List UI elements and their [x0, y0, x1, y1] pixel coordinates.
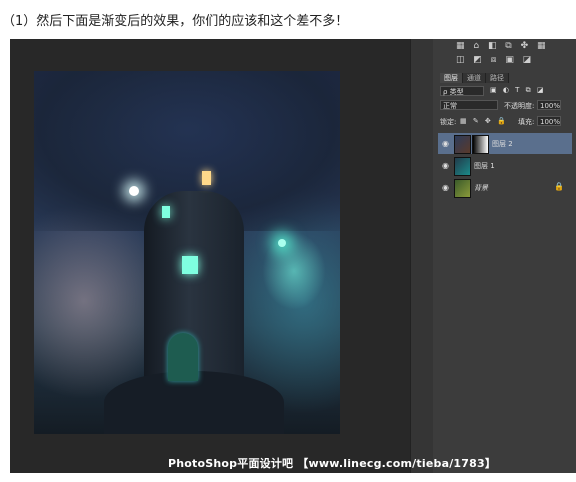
adjustments-icons-row2[interactable]: ◫ ◩ ⧈ ▣ ◪ — [456, 55, 534, 65]
tree-window-2 — [202, 171, 211, 185]
light-orb-right — [278, 239, 286, 247]
tab-paths[interactable]: 路径 — [486, 73, 509, 83]
tree-window-3 — [182, 256, 198, 274]
layer-row-background[interactable]: ◉ 背景 🔒 — [438, 177, 572, 198]
layer-mask-thumbnail[interactable] — [472, 135, 489, 154]
layer-row-layer2[interactable]: ◉ 图层 2 — [438, 133, 572, 154]
watermark-text: PhotoShop平面设计吧 【www.linecg.com/tieba/178… — [168, 457, 497, 470]
layer-name[interactable]: 图层 2 — [492, 139, 513, 149]
layer-thumbnail — [454, 135, 471, 154]
opacity-label: 不透明度: — [504, 102, 535, 110]
photoshop-screenshot: ▦ ⌂ ◧ ⧉ ✤ ▦ ◫ ◩ ⧈ ▣ ◪ 图层 通道 路径 ρ 类型 ▣ ◐ … — [10, 39, 576, 473]
visibility-eye-icon[interactable]: ◉ — [442, 161, 449, 170]
adjustments-icons-row1[interactable]: ▦ ⌂ ◧ ⧉ ✤ ▦ — [456, 41, 549, 51]
layers-panel-tabs: 图层 通道 路径 — [440, 73, 509, 83]
opacity-field[interactable]: 100% — [537, 100, 561, 110]
lock-icon: 🔒 — [554, 182, 564, 191]
layer-thumbnail — [454, 179, 471, 198]
fill-label: 填充: — [518, 118, 535, 126]
layer-name[interactable]: 背景 — [474, 183, 488, 193]
blend-mode-select[interactable]: 正常 — [440, 100, 498, 110]
tree-window-1 — [162, 206, 170, 218]
light-orb-left — [129, 186, 139, 196]
layer-filter-select[interactable]: ρ 类型 — [440, 86, 484, 96]
lock-label: 锁定: — [440, 118, 457, 126]
tree-door — [168, 333, 198, 381]
artwork-image — [34, 71, 340, 434]
visibility-eye-icon[interactable]: ◉ — [442, 139, 449, 148]
layer-thumbnail — [454, 157, 471, 176]
fill-field[interactable]: 100% — [537, 116, 561, 126]
canvas-area[interactable] — [10, 39, 410, 473]
tab-layers[interactable]: 图层 — [440, 73, 463, 83]
filter-type-icons[interactable]: ▣ ◐ T ⧉ ◪ — [490, 86, 546, 97]
layer-name[interactable]: 图层 1 — [474, 161, 495, 171]
tab-channels[interactable]: 通道 — [463, 73, 486, 83]
panel-divider — [410, 39, 434, 473]
caption-text: （1）然后下面是渐变后的效果，你们的应该和这个差不多！ — [2, 14, 349, 29]
visibility-eye-icon[interactable]: ◉ — [442, 183, 449, 192]
layer-row-layer1[interactable]: ◉ 图层 1 — [438, 155, 572, 176]
lock-icons[interactable]: ▦ ✎ ✥ 🔒 — [460, 117, 508, 128]
